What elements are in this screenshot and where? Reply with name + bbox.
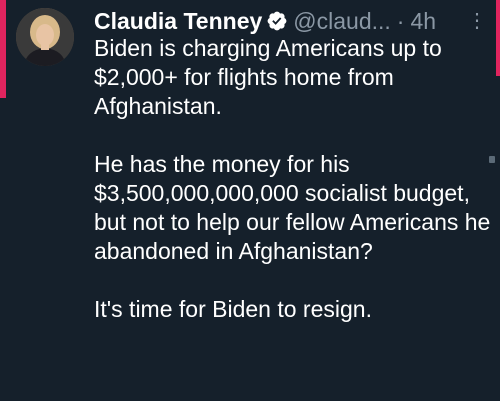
display-name[interactable]: Claudia Tenney bbox=[94, 6, 262, 36]
author-handle[interactable]: @claud... bbox=[293, 6, 391, 36]
verified-badge-icon bbox=[266, 10, 288, 32]
tweet-paragraph: It's time for Biden to resign. bbox=[94, 296, 372, 322]
tweet-card[interactable]: Claudia Tenney @claud... · 4h ⋮ Biden is… bbox=[0, 0, 500, 401]
separator-dot: · bbox=[396, 8, 405, 34]
tweet-paragraph: He has the money for his $3,500,000,000,… bbox=[94, 151, 491, 264]
tweet-header: Claudia Tenney @claud... · 4h ⋮ bbox=[94, 6, 490, 36]
tweet-paragraph: Biden is charging Americans up to $2,000… bbox=[94, 35, 442, 119]
avatar-image bbox=[16, 8, 74, 66]
more-options-icon[interactable]: ⋮ bbox=[463, 6, 490, 36]
avatar[interactable] bbox=[16, 8, 74, 66]
tweet-text: Biden is charging Americans up to $2,000… bbox=[94, 34, 494, 324]
timestamp[interactable]: 4h bbox=[410, 6, 436, 36]
